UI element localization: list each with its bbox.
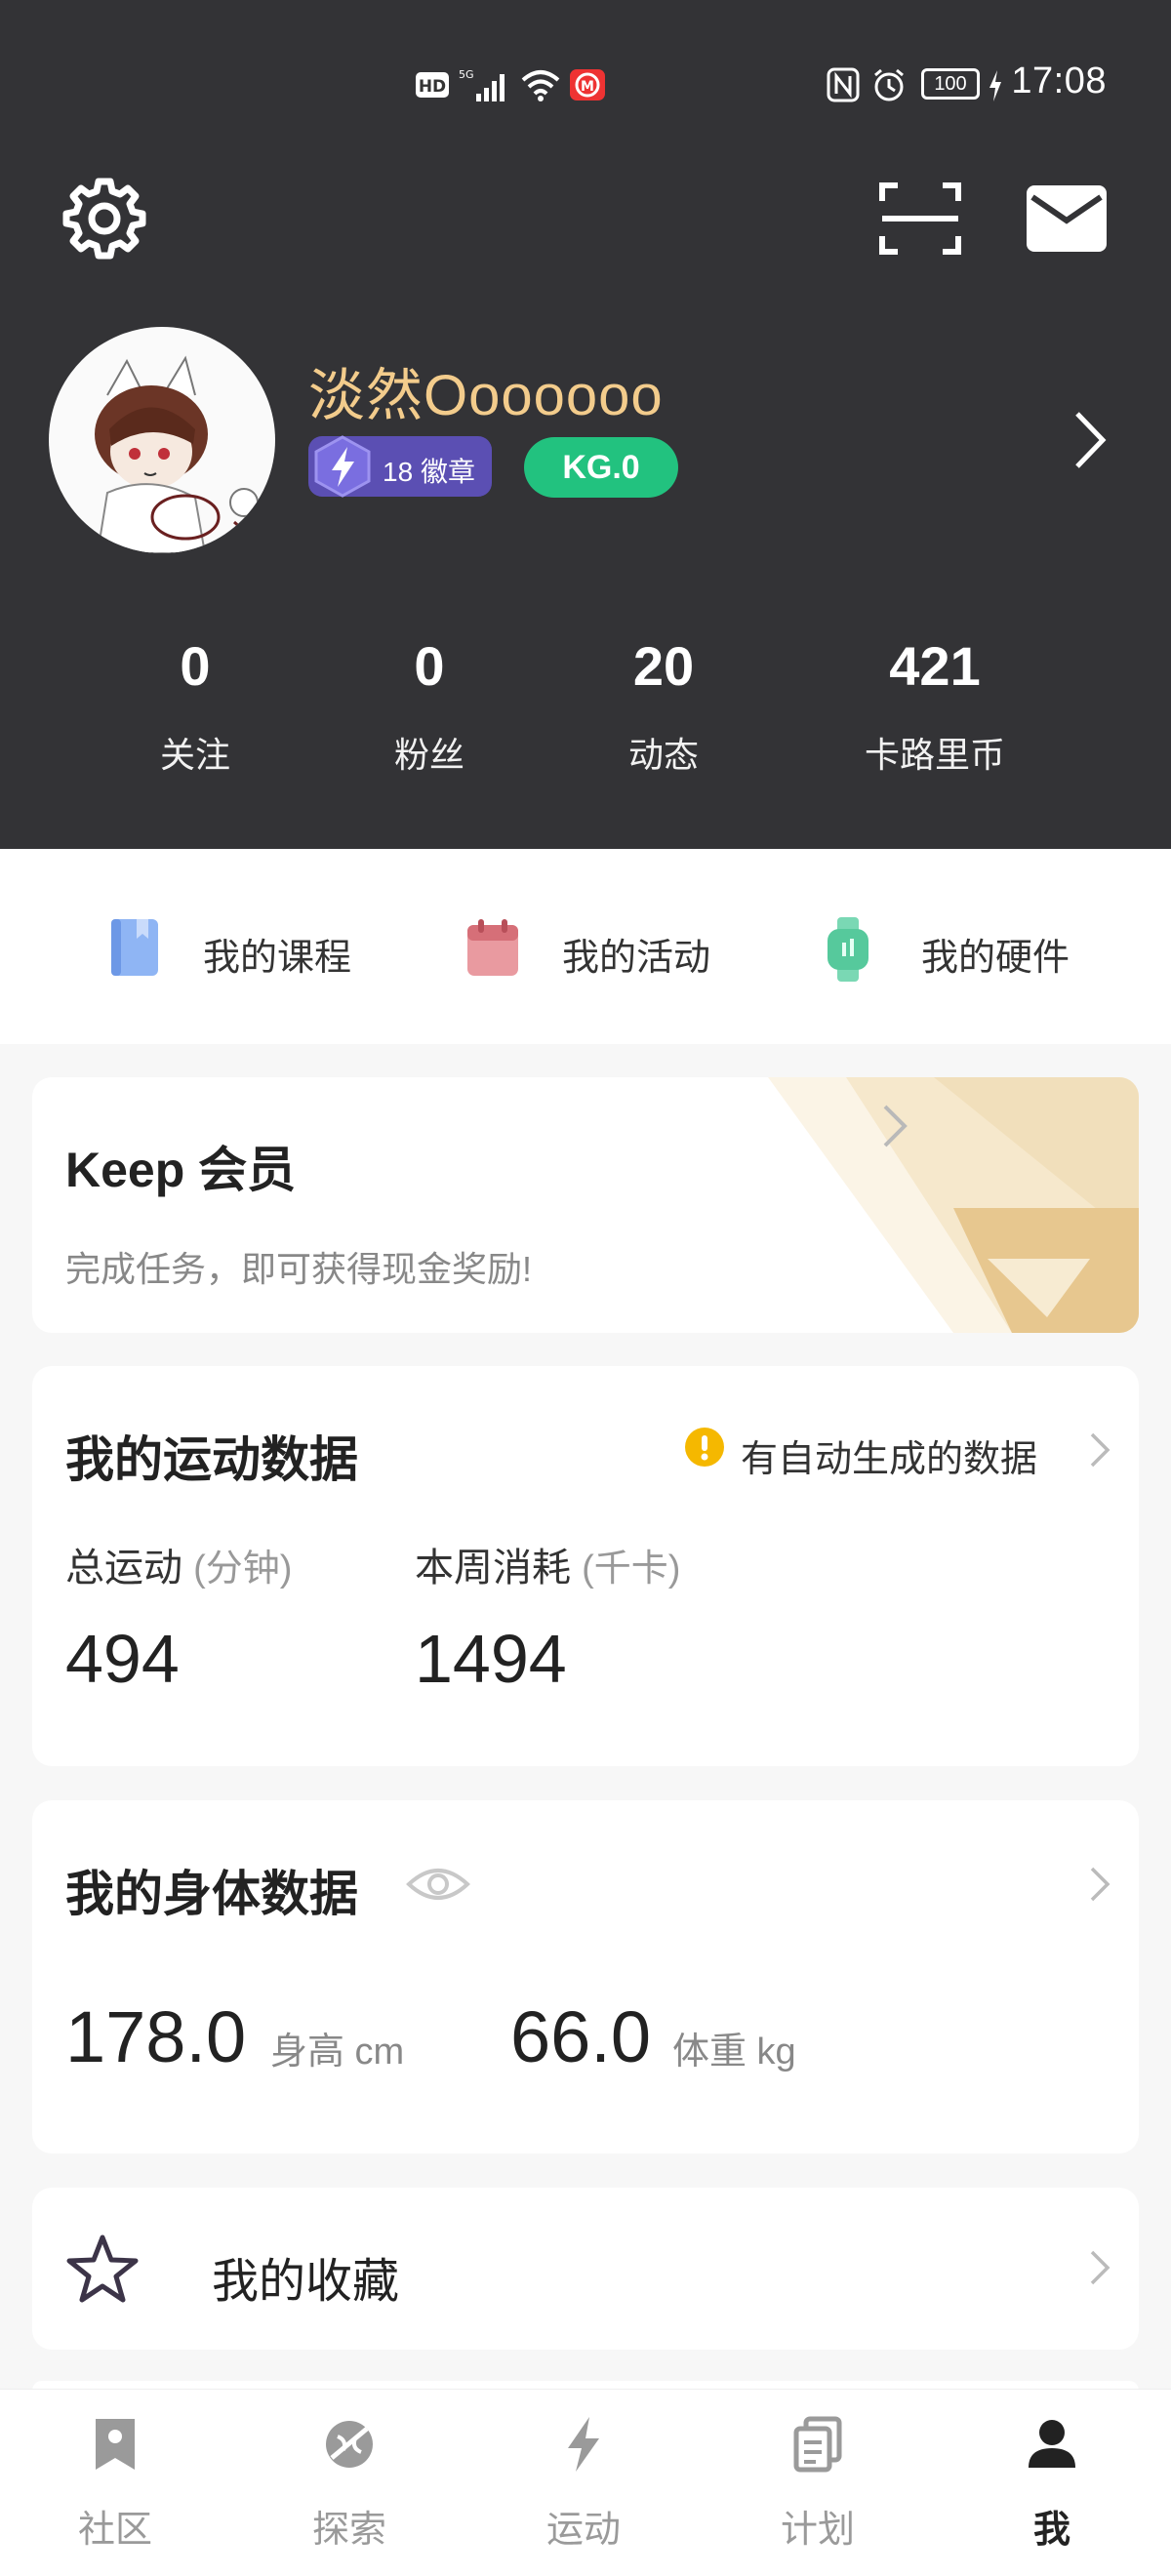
profile-chevron-right-icon[interactable] xyxy=(1070,410,1109,470)
nav-label: 探索 xyxy=(311,2510,386,2551)
body-data-card[interactable]: 我的身体数据 178.0 身高 cm 66.0 体重 kg xyxy=(32,1800,1139,2153)
shortcut-label: 我的活动 xyxy=(562,938,711,979)
total-exercise-value: 494 xyxy=(65,1621,180,1697)
plan-icon xyxy=(793,2416,842,2473)
stat-label: 卡路里币 xyxy=(864,735,1005,775)
sport-data-title: 我的运动数据 xyxy=(65,1432,358,1487)
stat-label: 关注 xyxy=(159,735,230,775)
nfc-icon xyxy=(827,67,860,102)
nav-label: 我 xyxy=(1032,2510,1070,2551)
stat-label: 动态 xyxy=(627,735,699,775)
star-icon xyxy=(66,2234,139,2303)
avatar-illustration xyxy=(95,355,260,553)
settings-gear-icon[interactable] xyxy=(62,176,146,260)
bookmark-icon xyxy=(96,2419,135,2470)
weight-value: 66.0 xyxy=(510,1996,652,2077)
charging-icon xyxy=(989,70,1001,101)
stat-posts[interactable]: 20 动态 xyxy=(556,634,771,778)
battery-icon: 100 xyxy=(921,68,980,100)
stat-following[interactable]: 0 关注 xyxy=(88,634,303,778)
membership-subtitle: 完成任务，即可获得现金奖励! xyxy=(65,1249,533,1289)
favorites-card[interactable]: 我的收藏 xyxy=(32,2188,1139,2350)
stat-followers[interactable]: 0 粉丝 xyxy=(322,634,537,778)
height-value: 178.0 xyxy=(65,1996,247,2077)
total-exercise-label: 总运动 (分钟) xyxy=(65,1547,293,1590)
nav-label: 计划 xyxy=(780,2510,855,2551)
sport-data-card[interactable]: 我的运动数据 有自动生成的数据 总运动 (分钟) 494 本周消耗 (千卡) 1… xyxy=(32,1366,1139,1766)
nav-me[interactable]: 我 xyxy=(954,2390,1150,2576)
warning-icon xyxy=(685,1428,724,1467)
hd-icon: HD xyxy=(416,72,449,98)
stat-label: 粉丝 xyxy=(393,735,464,775)
wifi-icon xyxy=(521,70,560,101)
nav-label: 社区 xyxy=(77,2510,152,2551)
app-notification-icon: M xyxy=(570,69,605,101)
nav-sport[interactable]: 运动 xyxy=(486,2390,681,2576)
alarm-icon xyxy=(874,68,904,101)
favorites-label: 我的收藏 xyxy=(212,2256,400,2308)
chevron-right-icon[interactable] xyxy=(1088,2248,1111,2287)
auto-data-notice[interactable]: 有自动生成的数据 xyxy=(741,1429,1037,1482)
stat-value: 421 xyxy=(889,635,981,697)
badge-pill[interactable]: 18 徽章 xyxy=(308,435,492,498)
shortcut-my-courses[interactable]: 我的课程 xyxy=(98,849,390,1044)
shortcut-my-activities[interactable]: 我的活动 xyxy=(459,849,751,1044)
stat-value: 0 xyxy=(180,635,211,697)
chevron-right-icon[interactable] xyxy=(1088,1865,1111,1904)
calendar-icon xyxy=(467,919,518,976)
weekly-burn-label: 本周消耗 (千卡) xyxy=(415,1547,681,1590)
level-badge[interactable]: KG.0 xyxy=(524,437,678,498)
status-bar: HD 5G M 100 17:08 xyxy=(0,0,1171,117)
avatar[interactable] xyxy=(49,327,275,553)
stat-value: 20 xyxy=(632,635,695,697)
shortcut-my-hardware[interactable]: 我的硬件 xyxy=(818,849,1130,1044)
message-envelope-icon[interactable] xyxy=(1025,183,1109,254)
stat-calorie-coins[interactable]: 421 卡路里币 xyxy=(828,634,1042,778)
badge-count: 18 xyxy=(383,457,414,487)
membership-card[interactable]: Keep 会员 完成任务，即可获得现金奖励! xyxy=(32,1077,1139,1333)
scan-icon[interactable] xyxy=(878,180,962,258)
weight-label: 体重 kg xyxy=(672,2032,796,2073)
height-label: 身高 cm xyxy=(270,2032,405,2073)
profile-name[interactable]: 淡然Ooooooo xyxy=(308,349,664,431)
person-icon xyxy=(1029,2420,1075,2468)
profile-header: HD 5G M 100 17:08 淡然Ooooooo 18 徽章 KG.0 0… xyxy=(0,0,1171,849)
shortcuts-row: 我的课程 我的活动 我的硬件 xyxy=(0,849,1171,1044)
nav-community[interactable]: 社区 xyxy=(18,2390,213,2576)
explore-icon xyxy=(326,2421,373,2468)
nav-plan[interactable]: 计划 xyxy=(720,2390,915,2576)
bottom-nav: 社区 探索 运动 计划 我 xyxy=(0,2389,1171,2576)
membership-title: Keep 会员 xyxy=(65,1143,297,1197)
svg-text:5G: 5G xyxy=(459,68,474,81)
stat-value: 0 xyxy=(414,635,445,697)
body-data-title: 我的身体数据 xyxy=(65,1867,358,1921)
watch-icon xyxy=(828,917,868,982)
nav-explore[interactable]: 探索 xyxy=(252,2390,447,2576)
lightning-icon xyxy=(568,2417,599,2472)
membership-decoration xyxy=(768,1077,1139,1333)
svg-text:HD: HD xyxy=(419,77,446,97)
badge-label: 徽章 xyxy=(420,457,475,487)
signal-icon: 5G xyxy=(459,68,505,101)
eye-icon[interactable] xyxy=(405,1863,471,1906)
svg-text:M: M xyxy=(581,79,594,95)
weekly-burn-value: 1494 xyxy=(415,1621,567,1697)
battery-level: 100 xyxy=(934,73,967,95)
chevron-right-icon[interactable] xyxy=(1088,1430,1111,1469)
shortcut-label: 我的课程 xyxy=(203,938,352,979)
nav-label: 运动 xyxy=(545,2510,621,2551)
book-icon xyxy=(111,919,158,976)
status-time: 17:08 xyxy=(1011,60,1107,101)
lightning-badge-icon xyxy=(314,435,371,498)
shortcut-label: 我的硬件 xyxy=(921,938,1070,979)
